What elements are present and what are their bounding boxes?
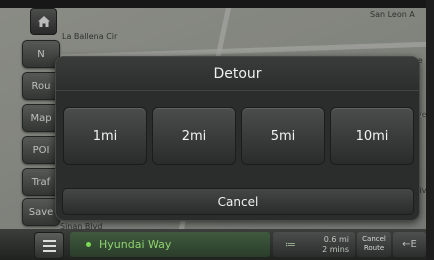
detour-10mi-button[interactable]: 10mi [330, 107, 414, 165]
cancel-route-label-line1: Cancel [362, 235, 386, 243]
detour-dialog: Detour 1mi 2mi 5mi 10mi Cancel [55, 56, 420, 221]
road-icon: ≔ [285, 238, 296, 251]
bottom-status-bar: Hyundai Way ≔ 0.6 mi 2 mins Cancel Route… [0, 229, 434, 260]
detour-option-label: 10mi [355, 128, 389, 144]
distance-value: 0.6 mi [323, 235, 349, 244]
distance-info: ≔ 0.6 mi 2 mins [273, 232, 355, 257]
next-turn-label: ←E [402, 239, 417, 250]
menu-button[interactable] [34, 232, 64, 259]
cancel-route-button[interactable]: Cancel Route [357, 232, 391, 257]
next-turn-button[interactable]: ←E [393, 232, 426, 257]
cancel-label: Cancel [217, 194, 259, 209]
current-road: Hyundai Way [70, 232, 270, 257]
detour-2mi-button[interactable]: 2mi [152, 107, 236, 165]
dialog-title: Detour [56, 57, 419, 91]
position-dot-icon [86, 242, 91, 247]
detour-option-label: 1mi [92, 128, 118, 144]
cancel-button[interactable]: Cancel [62, 188, 414, 215]
current-road-name: Hyundai Way [99, 238, 172, 251]
detour-option-label: 5mi [270, 128, 296, 144]
cancel-route-label-line2: Route [363, 244, 385, 252]
screen-bezel-right [426, 0, 434, 260]
detour-5mi-button[interactable]: 5mi [241, 107, 325, 165]
detour-option-label: 2mi [181, 128, 207, 144]
time-value: 2 mins [322, 245, 349, 254]
detour-1mi-button[interactable]: 1mi [63, 107, 147, 165]
menu-icon [42, 239, 56, 252]
navigation-screen: La Ballena Cir San Leon A Ave Ave Riv Si… [0, 0, 434, 260]
